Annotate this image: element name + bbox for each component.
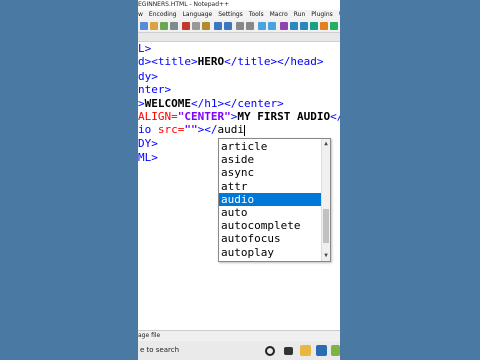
notepad-plus-plus-icon[interactable] <box>331 345 340 356</box>
menu-item[interactable]: Plugins <box>311 11 333 18</box>
code-token: src= <box>157 123 185 136</box>
code-token: audi <box>217 123 245 136</box>
text-cursor <box>244 124 245 136</box>
menu-item[interactable]: Encoding <box>149 11 177 18</box>
window-titlebar: EGINNERS.HTML - Notepad++ <box>138 0 340 10</box>
code-line[interactable]: >WELCOME</h1></center> <box>138 97 284 110</box>
scroll-down-icon[interactable]: ▼ <box>322 252 330 260</box>
code-token: </ <box>330 110 340 123</box>
task-view-icon[interactable] <box>284 347 293 355</box>
code-line[interactable]: DY> <box>138 137 158 150</box>
open-file-icon[interactable] <box>150 22 158 30</box>
code-line[interactable]: io src=""></audi <box>138 123 245 136</box>
zoom-out-icon[interactable] <box>268 22 276 30</box>
menu-item[interactable]: Tools <box>249 11 264 18</box>
code-line[interactable]: L> <box>138 42 151 55</box>
file-explorer-icon[interactable] <box>300 345 311 356</box>
code-token: d><title> <box>138 55 198 68</box>
status-bar: age file <box>138 330 340 341</box>
code-token: DY> <box>138 137 158 150</box>
code-editor[interactable]: L> d><title>HERO</title></head> dy> nter> >W… <box>138 42 340 330</box>
code-token: dy> <box>138 70 158 83</box>
autocomplete-item[interactable]: auto <box>219 206 323 219</box>
code-line[interactable]: d><title>HERO</title></head> <box>138 55 323 68</box>
code-token: L> <box>138 42 152 55</box>
autocomplete-item[interactable]: aside <box>219 153 323 166</box>
autocomplete-item[interactable]: attr <box>219 180 323 193</box>
taskbar-search-box[interactable]: e to search <box>140 341 179 360</box>
code-token: io <box>138 123 158 136</box>
autocomplete-item[interactable]: audio <box>219 192 323 206</box>
menu-item[interactable]: Language <box>183 11 213 18</box>
code-token: > <box>138 97 145 110</box>
code-line[interactable]: ML> <box>138 151 158 164</box>
menu-item[interactable]: Settings <box>218 11 243 18</box>
toolbar <box>138 20 340 33</box>
code-token: HERO <box>197 55 225 68</box>
windows-taskbar: e to search <box>138 341 340 360</box>
status-text: age file <box>138 332 161 339</box>
undo-icon[interactable] <box>214 22 222 30</box>
code-token: ML> <box>138 151 158 164</box>
autocomplete-item[interactable]: autoplay <box>219 246 323 259</box>
code-token: WELCOME <box>144 97 191 110</box>
save-icon[interactable] <box>160 22 168 30</box>
code-token: </title></head> <box>224 55 324 68</box>
new-file-icon[interactable] <box>140 22 148 30</box>
code-token: ></ <box>197 123 218 136</box>
code-token: "CENTER" <box>177 110 231 123</box>
menu-item[interactable]: w <box>138 11 143 18</box>
code-line[interactable]: dy> <box>138 70 158 83</box>
code-token: </h1></center> <box>190 97 284 110</box>
autocomplete-item[interactable]: article <box>219 140 323 153</box>
cut-icon[interactable] <box>182 22 190 30</box>
play-macro-icon[interactable] <box>330 22 338 30</box>
autocomplete-list[interactable]: article aside async attr audio auto autocomple… <box>218 138 331 262</box>
menu-item[interactable]: Window <box>339 11 340 18</box>
cortana-icon[interactable] <box>265 346 275 356</box>
code-token: nter> <box>138 83 172 96</box>
code-token: ALIGN= <box>138 110 178 123</box>
copy-icon[interactable] <box>192 22 200 30</box>
show-all-chars-icon[interactable] <box>300 22 308 30</box>
store-icon[interactable] <box>316 345 327 356</box>
menu-item[interactable]: Run <box>294 11 306 18</box>
paste-icon[interactable] <box>202 22 210 30</box>
zoom-in-icon[interactable] <box>258 22 266 30</box>
word-wrap-icon[interactable] <box>290 22 298 30</box>
notepad-window: EGINNERS.HTML - Notepad++ w Encoding Langu… <box>138 0 340 360</box>
find-icon[interactable] <box>236 22 244 30</box>
code-token: MY FIRST AUDIO <box>237 110 331 123</box>
print-icon[interactable] <box>170 22 178 30</box>
sync-scroll-icon[interactable] <box>280 22 288 30</box>
scroll-up-icon[interactable]: ▲ <box>322 140 330 148</box>
menu-bar: w Encoding Language Settings Tools Macro Run Pl… <box>138 10 340 20</box>
autocomplete-item[interactable]: autofocus <box>219 232 323 245</box>
record-macro-icon[interactable] <box>320 22 328 30</box>
replace-icon[interactable] <box>246 22 254 30</box>
autocomplete-scrollbar[interactable]: ▲ ▼ <box>321 139 330 261</box>
scroll-thumb[interactable] <box>323 209 329 243</box>
code-line[interactable]: ALIGN="CENTER">MY FIRST AUDIO</ <box>138 110 340 123</box>
document-tab-strip <box>138 33 340 42</box>
indent-guide-icon[interactable] <box>310 22 318 30</box>
code-line[interactable]: nter> <box>138 83 171 96</box>
autocomplete-item[interactable]: autocomplete <box>219 219 323 232</box>
redo-icon[interactable] <box>224 22 232 30</box>
menu-item[interactable]: Macro <box>270 11 288 18</box>
autocomplete-item[interactable]: async <box>219 166 323 179</box>
window-title: EGINNERS.HTML - Notepad++ <box>138 1 230 8</box>
code-token: "" <box>184 123 198 136</box>
